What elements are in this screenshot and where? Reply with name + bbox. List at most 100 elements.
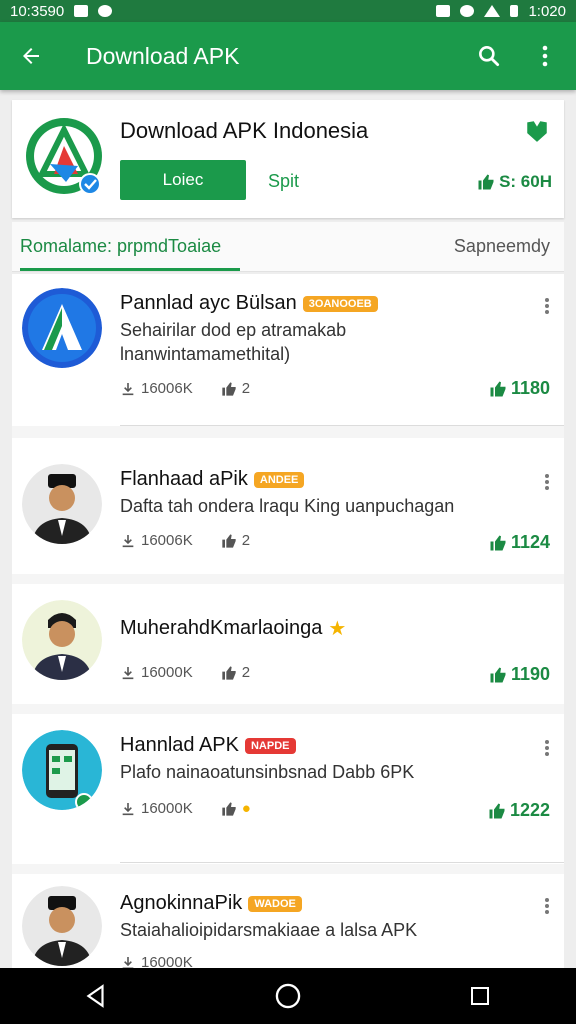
- home-nav-icon[interactable]: [273, 981, 303, 1011]
- list-item[interactable]: AgnokinnaPik WADOE Staiahalioipidarsmaki…: [12, 874, 564, 968]
- tab-primary[interactable]: Romalame: prpmdToaiae: [20, 236, 221, 257]
- battery-icon: [510, 5, 519, 17]
- avatar: [22, 600, 102, 680]
- wifi-icon: [460, 5, 475, 17]
- download-icon: [122, 956, 134, 968]
- more-vert-icon[interactable]: [540, 296, 554, 316]
- item-description-2: lnanwintamamethital): [120, 344, 291, 364]
- app-name: Download APK Indonesia: [120, 118, 369, 143]
- item-badge: NAPDE: [244, 737, 296, 754]
- item-meta: 16000K: [120, 954, 193, 968]
- score-value: 1180: [510, 378, 550, 398]
- download-count: 16000K: [141, 664, 193, 681]
- app-bar: Download APK: [0, 22, 576, 90]
- emoji-icon: ●: [241, 800, 251, 817]
- bookmark-icon[interactable]: [524, 118, 550, 149]
- status-clock: 1:020: [528, 2, 566, 20]
- mute-icon: [436, 5, 451, 17]
- page-title: Download APK: [86, 42, 240, 69]
- status-bar: 10:3590 1:020: [0, 0, 576, 22]
- more-vert-icon[interactable]: [530, 41, 560, 71]
- download-count: 16000K: [141, 954, 193, 968]
- arrow-left-icon[interactable]: [16, 41, 46, 71]
- item-meta: 16000K ●: [120, 800, 251, 817]
- download-icon: [122, 802, 134, 815]
- divider: [120, 425, 564, 426]
- item-title-text: Hannlad APK: [120, 734, 239, 756]
- header-rating: S: 60H: [477, 172, 552, 192]
- like-icon: [222, 665, 236, 680]
- thumbs-up-icon: [490, 667, 506, 682]
- score-value: 1190: [510, 664, 550, 684]
- tab-secondary[interactable]: Sapneemdy: [454, 236, 550, 257]
- item-meta: 16006K 2: [120, 380, 250, 397]
- signal-icon: [484, 5, 501, 17]
- item-score: 1190: [489, 664, 550, 685]
- score-value: 1124: [510, 532, 550, 552]
- item-description: Sehairilar dod ep atramakab: [120, 320, 347, 340]
- search-icon[interactable]: [474, 41, 504, 71]
- more-vert-icon[interactable]: [540, 738, 554, 758]
- install-button[interactable]: Loiec: [120, 160, 246, 200]
- tab-indicator: [20, 268, 240, 271]
- item-title-text: MuherahdKmarlaoinga: [120, 617, 323, 639]
- thumbs-up-icon: [490, 535, 506, 550]
- app-icon: [22, 288, 102, 368]
- thumbs-up-icon: [490, 381, 506, 396]
- app-header-card: Download APK Indonesia Loiec Spit S: 60H: [12, 100, 564, 218]
- item-score: 1222: [488, 800, 550, 821]
- download-count: 16006K: [141, 532, 193, 549]
- score-value: 1222: [509, 800, 550, 820]
- item-title: MuherahdKmarlaoinga ★: [120, 616, 346, 641]
- list-item[interactable]: Flanhaad aPik ANDEE Dafta tah ondera lra…: [12, 438, 564, 574]
- item-title: Pannlad ayc Bülsan 3OANOOEB: [120, 292, 378, 315]
- like-count: 2: [241, 380, 251, 397]
- item-score: 1124: [489, 532, 550, 553]
- item-badge: 3OANOOEB: [302, 295, 378, 312]
- like-count: 2: [241, 664, 251, 681]
- notification-icon: [74, 5, 89, 17]
- recents-nav-icon[interactable]: [465, 981, 495, 1011]
- download-icon: [122, 666, 134, 679]
- like-count: 2: [241, 532, 251, 549]
- download-icon: [122, 382, 134, 395]
- item-title: Flanhaad aPik ANDEE: [120, 468, 305, 491]
- item-badge: ANDEE: [253, 471, 305, 488]
- star-icon: ★: [328, 618, 347, 640]
- item-description: Plafo nainaoatunsinbsnad Dabb 6PK: [120, 762, 415, 782]
- download-icon: [122, 534, 134, 547]
- download-count: 16000K: [141, 800, 193, 817]
- back-nav-icon[interactable]: [81, 981, 111, 1011]
- more-vert-icon[interactable]: [540, 896, 554, 916]
- list-item[interactable]: Pannlad ayc Bülsan 3OANOOEB Sehairilar d…: [12, 274, 564, 426]
- app-logo-icon: [24, 116, 104, 196]
- thumbs-up-icon: [478, 174, 494, 190]
- avatar: [22, 886, 102, 966]
- item-title-text: Pannlad ayc Bülsan: [120, 292, 297, 314]
- divider: [120, 862, 564, 863]
- like-icon: [222, 801, 236, 816]
- item-title-text: AgnokinnaPik: [120, 892, 243, 914]
- item-title-text: Flanhaad aPik: [120, 468, 248, 490]
- tab-bar: Romalame: prpmdToaiae Sapneemdy: [12, 222, 564, 272]
- avatar: [22, 464, 102, 544]
- android-notification-icon: [98, 5, 113, 17]
- item-title: AgnokinnaPik WADOE: [120, 892, 302, 915]
- split-link[interactable]: Spit: [268, 171, 299, 192]
- app-icon: [22, 730, 102, 810]
- item-meta: 16000K 2: [120, 664, 250, 681]
- rating-value: S: 60H: [499, 172, 552, 191]
- item-title: Hannlad APK NAPDE: [120, 734, 296, 757]
- system-nav-bar: [0, 968, 576, 1024]
- thumbs-up-icon: [489, 803, 505, 818]
- list-item[interactable]: MuherahdKmarlaoinga ★ 16000K 2 1190: [12, 584, 564, 704]
- item-description: Staiahalioipidarsmakiaae a lalsa APK: [120, 920, 418, 940]
- more-vert-icon[interactable]: [540, 472, 554, 492]
- list-item[interactable]: Hannlad APK NAPDE Plafo nainaoatunsinbsn…: [12, 714, 564, 864]
- item-badge: WADOE: [248, 895, 302, 912]
- status-time: 10:3590: [10, 2, 65, 20]
- download-count: 16006K: [141, 380, 193, 397]
- item-meta: 16006K 2: [120, 532, 250, 549]
- like-icon: [222, 381, 236, 396]
- item-description: Dafta tah ondera lraqu King uanpuchagan: [120, 496, 455, 516]
